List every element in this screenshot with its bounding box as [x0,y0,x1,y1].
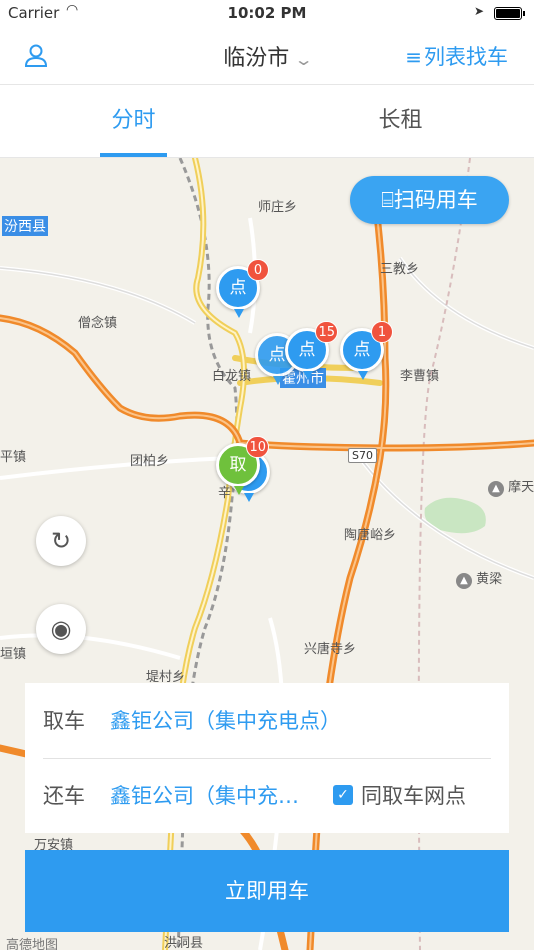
pickup-label: 取车 [43,709,85,733]
map-label-licao: 李曹镇 [400,369,440,384]
map-label-yuanzhen: 垣镇 [0,647,27,662]
station-pin-label: 点 [298,340,316,360]
tab-long-term[interactable]: 长租 [267,85,534,157]
return-row[interactable]: 还车 鑫钜公司（集中充… ✓ 同取车网点 [25,758,509,833]
map-label-shizhuang: 师庄乡 [258,200,298,215]
map-label-huangliang-text: 黄梁 [476,572,503,587]
chevron-down-icon: ⌄ [293,50,315,69]
locate-icon: ◉ [50,615,72,643]
list-icon: ≡ [405,45,422,69]
nav-bar: 临汾市 ⌄ ≡列表找车 [0,28,534,85]
map-label-sanjiao: 三教乡 [380,262,420,277]
mountain-icon: ▲ [488,481,504,497]
station-pin-label: 点 [229,278,247,298]
scan-to-rent-button[interactable]: ⌸扫码用车 [350,176,509,224]
station-pin[interactable]: 点 15 [285,321,338,380]
station-pin-label: 点 [353,340,371,360]
tab-indicator [100,153,167,157]
pickup-pin-label: 取 [229,455,247,475]
same-station-checkbox[interactable]: ✓ [333,785,353,805]
amap-logo: 高德地图 [6,938,59,950]
map-label-tuanbai: 团柏乡 [130,454,170,469]
return-station[interactable]: 鑫钜公司（集中充… [110,780,299,810]
map-label-hongtong: 洪洞县 [164,936,204,950]
mountain-icon: ▲ [456,573,472,589]
location-arrow-icon: ➤ [474,4,485,18]
refresh-icon: ↻ [50,527,72,555]
scan-to-rent-label: 扫码用车 [393,188,478,212]
station-pin[interactable]: 点 0 [216,259,269,318]
list-find-car-label: 列表找车 [424,45,508,69]
rent-now-button[interactable]: 立即用车 [25,850,509,932]
tab-hourly[interactable]: 分时 [0,85,267,157]
status-bar: Carrier ◠ 10:02 PM ➤ [0,0,534,28]
station-pin[interactable]: 点 1 [340,321,393,380]
selected-pickup-pin[interactable]: 取 10 [216,436,269,495]
battery-icon [494,7,525,20]
map-label-pingzhen: 平镇 [0,450,27,465]
station-count-badge: 15 [315,321,338,343]
pickup-row[interactable]: 取车 鑫钜公司（集中充电点） [25,683,509,758]
station-count-badge: 0 [247,259,269,281]
user-icon[interactable] [22,42,50,70]
return-label: 还车 [43,784,85,808]
pickup-station[interactable]: 鑫钜公司（集中充电点） [110,705,341,735]
map-label-bailong: 白龙镇 [212,369,252,384]
list-find-car-button[interactable]: ≡列表找车 [405,41,508,71]
station-count-badge: 10 [246,436,269,458]
same-station-label[interactable]: 同取车网点 [361,780,466,810]
locate-me-button[interactable]: ◉ [36,604,86,654]
scan-icon: ⌸ [381,188,394,212]
map-label-fenxi: 汾西县 [2,216,48,236]
refresh-button[interactable]: ↻ [36,516,86,566]
city-selector[interactable]: 临汾市 ⌄ [223,46,314,71]
booking-panel: 取车 鑫钜公司（集中充电点） 还车 鑫钜公司（集中充… ✓ 同取车网点 [25,683,509,833]
station-pin-label: 点 [268,345,286,365]
station-count-badge: 1 [371,321,393,343]
highway-shield-s70: S70 [348,448,377,463]
map-label-xingtang: 兴唐寺乡 [304,642,357,657]
city-name: 临汾市 [223,46,290,71]
map-label-huangliang: ▲ 黄梁 [456,568,502,589]
map-label-taotang: 陶唐峪乡 [344,528,397,543]
rental-type-tabs: 分时 长租 [0,85,534,158]
map-label-motian-text: 摩天 [508,480,534,495]
status-time: 10:02 PM [227,4,307,22]
map-label-motian: ▲ 摩天 [488,476,534,497]
map-label-sengnian: 僧念镇 [78,316,118,331]
